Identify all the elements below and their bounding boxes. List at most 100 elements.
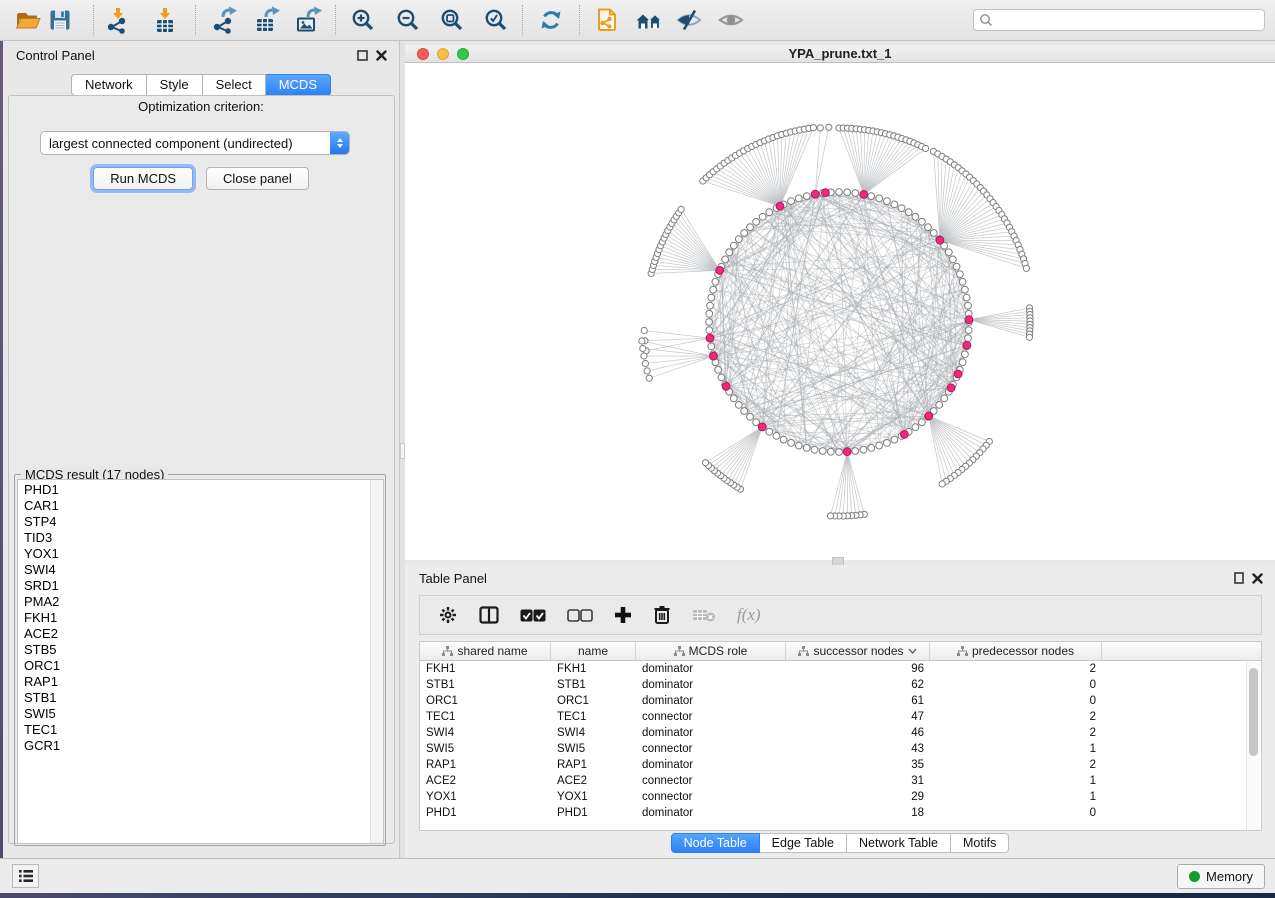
search-icon: [979, 13, 993, 27]
table-cell: SWI4: [551, 727, 636, 739]
minimize-window-icon[interactable]: [437, 48, 449, 60]
zoom-out-icon[interactable]: [394, 6, 422, 34]
column-header-successor-nodes[interactable]: successor nodes: [786, 642, 930, 660]
status-bar: Memory: [0, 858, 1275, 893]
mcds-result-item[interactable]: TID3: [18, 530, 383, 546]
mcds-result-item[interactable]: STP4: [18, 514, 383, 530]
search-box[interactable]: [973, 9, 1265, 31]
export-network-icon[interactable]: [210, 6, 238, 34]
eye-icon[interactable]: [717, 6, 745, 34]
mcds-result-item[interactable]: RAP1: [18, 674, 383, 690]
network-canvas[interactable]: [405, 63, 1275, 559]
optimization-criterion-label: Optimization criterion:: [3, 99, 399, 114]
tab-mcds[interactable]: MCDS: [266, 74, 331, 96]
column-header-label: name: [578, 644, 608, 658]
float-panel-icon[interactable]: [357, 50, 368, 61]
close-panel-icon[interactable]: [376, 50, 387, 61]
houses-icon[interactable]: [635, 6, 663, 34]
search-input[interactable]: [993, 11, 1259, 29]
maximize-window-icon[interactable]: [457, 48, 469, 60]
table-cell: 62: [786, 679, 930, 691]
table-row[interactable]: YOX1YOX1connector291: [420, 789, 1261, 805]
table-cell: connector: [636, 743, 786, 755]
table-header-row: shared name name MCDS rolesuccessor nodesp…: [420, 642, 1261, 661]
column-header-predecessor-nodes[interactable]: predecessor nodes: [930, 642, 1102, 660]
table-row[interactable]: ORC1ORC1dominator610: [420, 693, 1261, 709]
zoom-in-icon[interactable]: [349, 6, 377, 34]
mcds-result-item[interactable]: PHD1: [18, 482, 383, 498]
table-row[interactable]: ACE2ACE2connector311: [420, 773, 1261, 789]
tab-style[interactable]: Style: [147, 74, 203, 96]
mcds-result-item[interactable]: FKH1: [18, 610, 383, 626]
column-header-shared-name[interactable]: shared name: [420, 642, 551, 660]
zoom-selected-icon[interactable]: [482, 6, 510, 34]
tab-node-table[interactable]: Node Table: [671, 833, 760, 853]
add-column-icon[interactable]: [614, 603, 632, 627]
table-cell: 96: [786, 663, 930, 675]
table-row[interactable]: RAP1RAP1dominator352: [420, 757, 1261, 773]
select-all-checkboxes-icon[interactable]: [520, 603, 546, 627]
scrollbar-thumb[interactable]: [1249, 668, 1258, 756]
delete-columns-icon[interactable]: [653, 603, 671, 627]
node-table[interactable]: shared name name MCDS rolesuccessor nodesp…: [419, 641, 1262, 831]
mcds-result-item[interactable]: GCR1: [18, 738, 383, 754]
optimization-criterion-value: largest connected component (undirected): [41, 136, 330, 151]
table-cell: 43: [786, 743, 930, 755]
column-type-icon: [674, 646, 685, 657]
eye-hide-icon[interactable]: [675, 6, 703, 34]
memory-label: Memory: [1206, 869, 1253, 884]
mcds-result-item[interactable]: STB5: [18, 642, 383, 658]
show-columns-icon[interactable]: [479, 603, 499, 627]
mcds-result-item[interactable]: PMA2: [18, 594, 383, 610]
network-document-icon[interactable]: [593, 6, 621, 34]
mcds-result-list[interactable]: PHD1CAR1STP4TID3YOX1SWI4SRD1PMA2FKH1ACE2…: [17, 479, 384, 844]
table-scrollbar[interactable]: [1246, 662, 1260, 830]
table-row[interactable]: TEC1TEC1connector472: [420, 709, 1261, 725]
import-network-icon[interactable]: [104, 6, 132, 34]
column-header-name[interactable]: name: [551, 642, 636, 660]
import-table-icon[interactable]: [151, 6, 179, 34]
close-panel-button[interactable]: Close panel: [206, 167, 309, 190]
mcds-result-item[interactable]: SRD1: [18, 578, 383, 594]
column-header-MCDS-role[interactable]: MCDS role: [636, 642, 786, 660]
refresh-icon[interactable]: [537, 6, 565, 34]
table-row[interactable]: SWI4SWI4dominator462: [420, 725, 1261, 741]
mcds-result-item[interactable]: TEC1: [18, 722, 383, 738]
zoom-fit-icon[interactable]: [438, 6, 466, 34]
mcds-list-scrollbar[interactable]: [370, 480, 383, 843]
open-file-icon[interactable]: [14, 6, 42, 34]
table-row[interactable]: STB1STB1dominator620: [420, 677, 1261, 693]
run-mcds-button[interactable]: Run MCDS: [93, 167, 193, 190]
table-cell: TEC1: [420, 711, 551, 723]
table-row[interactable]: SWI5SWI5connector431: [420, 741, 1261, 757]
task-list-icon[interactable]: [12, 864, 39, 888]
tab-network[interactable]: Network: [71, 74, 147, 96]
table-row[interactable]: PHD1PHD1dominator180: [420, 805, 1261, 821]
mcds-result-item[interactable]: YOX1: [18, 546, 383, 562]
tab-edge-table[interactable]: Edge Table: [760, 833, 847, 853]
export-image-icon[interactable]: [294, 6, 322, 34]
deselect-all-checkboxes-icon[interactable]: [567, 603, 593, 627]
mcds-result-item[interactable]: CAR1: [18, 498, 383, 514]
table-cell: 0: [930, 807, 1102, 819]
tab-select[interactable]: Select: [203, 74, 266, 96]
tab-network-table[interactable]: Network Table: [847, 833, 951, 853]
table-mode-gear-icon[interactable]: [438, 603, 458, 627]
optimization-criterion-select[interactable]: largest connected component (undirected): [40, 131, 350, 155]
mcds-result-item[interactable]: STB1: [18, 690, 383, 706]
mcds-result-item[interactable]: ACE2: [18, 626, 383, 642]
float-panel-icon[interactable]: [1234, 572, 1244, 584]
toolbar-separator: [579, 5, 580, 35]
table-row[interactable]: FKH1FKH1dominator962: [420, 661, 1261, 677]
mcds-result-item[interactable]: SWI4: [18, 562, 383, 578]
close-panel-icon[interactable]: [1252, 573, 1263, 584]
tab-motifs[interactable]: Motifs: [951, 833, 1009, 853]
network-graph[interactable]: [405, 63, 1275, 559]
close-window-icon[interactable]: [417, 48, 429, 60]
memory-button[interactable]: Memory: [1177, 864, 1265, 889]
export-table-icon[interactable]: [252, 6, 280, 34]
table-cell: connector: [636, 775, 786, 787]
save-session-icon[interactable]: [46, 6, 74, 34]
mcds-result-item[interactable]: ORC1: [18, 658, 383, 674]
mcds-result-item[interactable]: SWI5: [18, 706, 383, 722]
